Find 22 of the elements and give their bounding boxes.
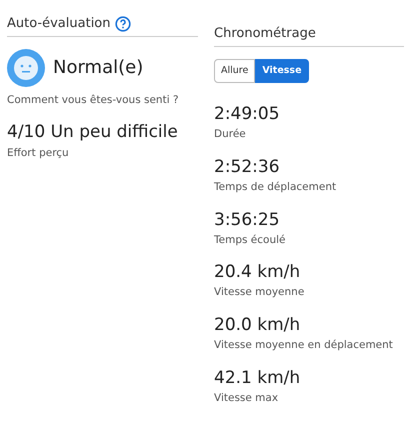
help-icon[interactable] (114, 16, 130, 32)
stat-value: 3:56:25 (214, 208, 281, 230)
stat-label: Durée (214, 127, 247, 142)
feeling-label: Comment vous êtes-vous senti ? (7, 92, 180, 108)
stat-value: 20.4 km/h (214, 261, 302, 284)
neutral-face-icon (7, 48, 45, 86)
feeling-value: Normal(e) (53, 56, 144, 80)
stat-value: 20.0 km/h (214, 314, 302, 336)
stat-label: Vitesse moyenne en déplacement (214, 338, 394, 353)
effort-value: 4/10 Un peu difficile (7, 121, 179, 144)
effort-label: Effort perçu (7, 146, 70, 161)
toggle-tab[interactable]: Allure (214, 59, 256, 83)
stat-label: Vitesse moyenne (214, 285, 306, 300)
stat-value: 2:49:05 (214, 103, 281, 125)
stat-value: 42.1 km/h (214, 366, 302, 389)
section-title: Chronométrage (214, 26, 316, 41)
stat-value: 2:52:36 (214, 156, 281, 178)
stat-label: Temps écoulé (214, 232, 286, 248)
section-title: Auto-évaluation (7, 15, 110, 33)
stat-label: Vitesse max (214, 390, 280, 406)
stat-label: Temps de déplacement (214, 180, 338, 195)
toggle-tab[interactable]: Vitesse (255, 59, 309, 83)
